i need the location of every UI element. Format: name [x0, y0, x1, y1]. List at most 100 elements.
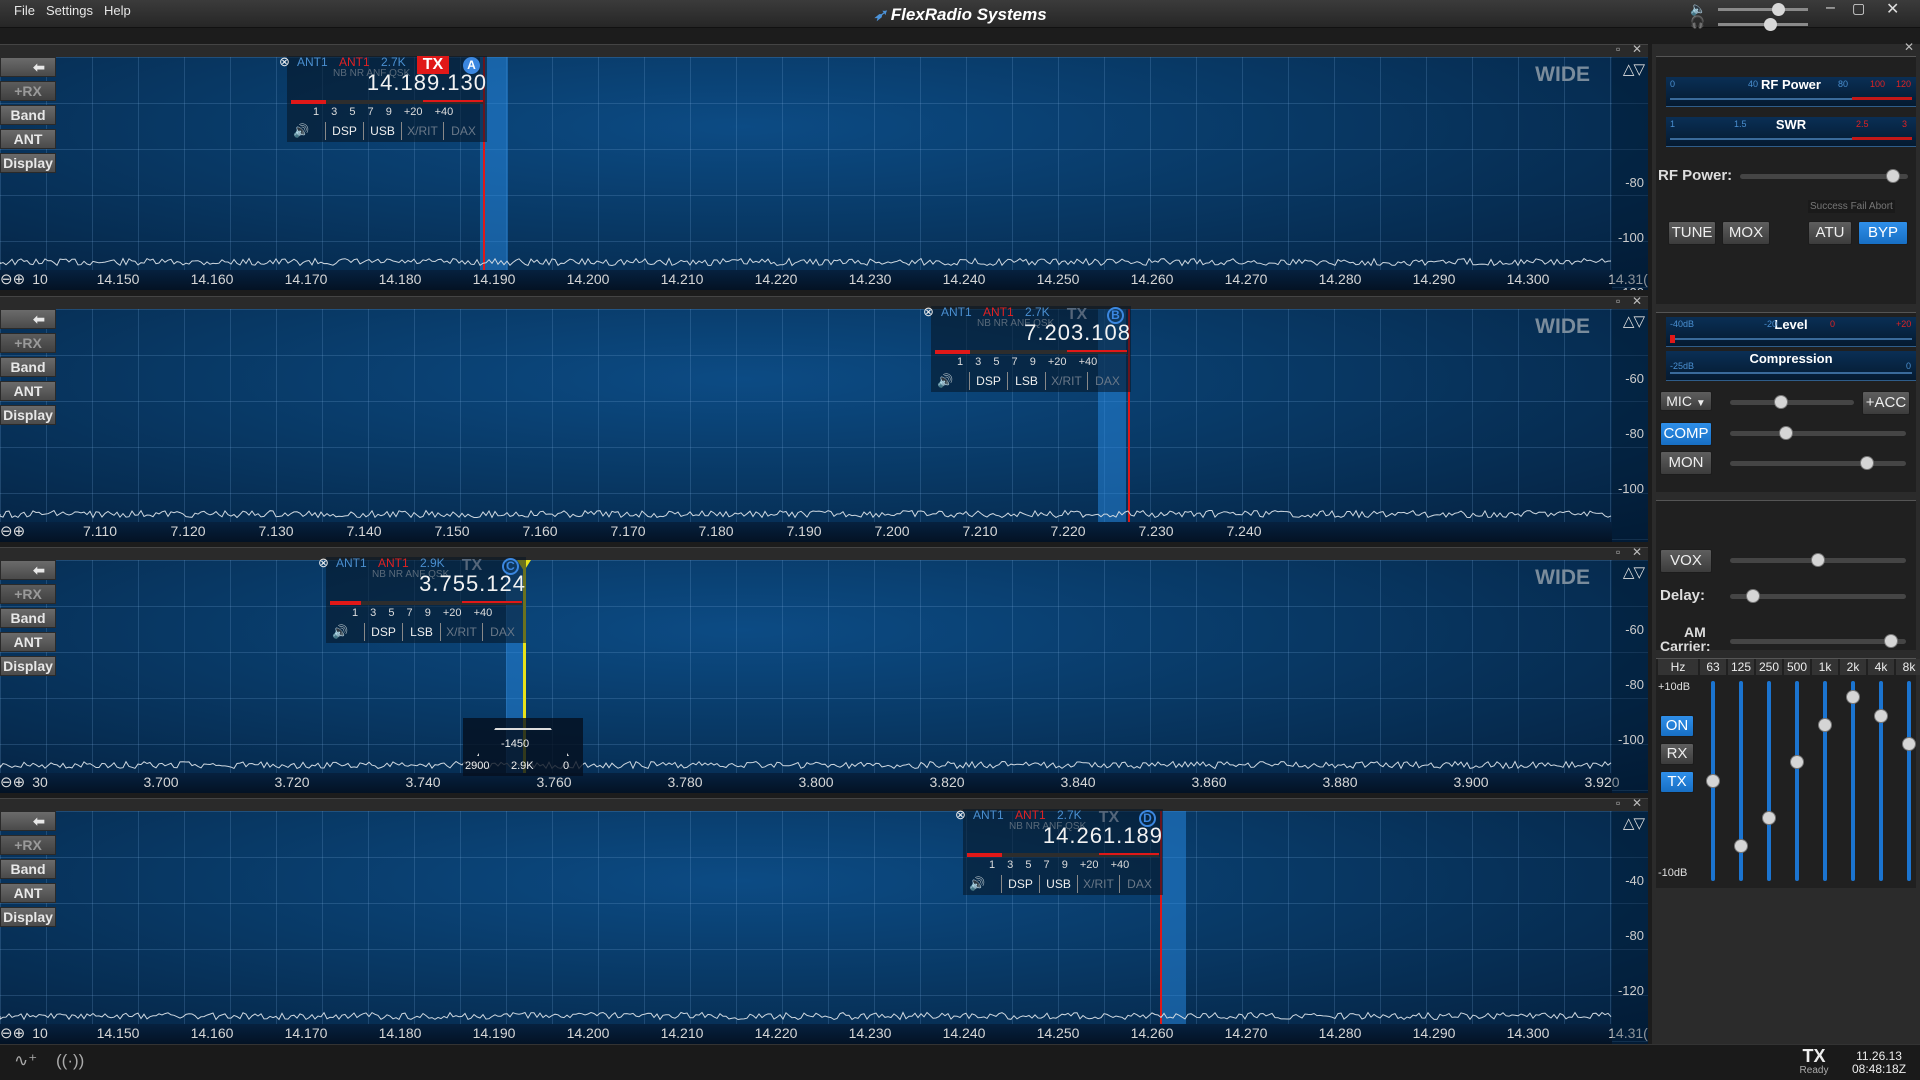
frequency-axis[interactable]: ⊖⊕ 7.110 7.120 7.130 7.140 7.150 7.160 7.170 7.1…: [0, 522, 1612, 542]
slice-dsp-button[interactable]: DSP: [969, 372, 1007, 390]
mic-select[interactable]: MIC ▼: [1660, 391, 1712, 411]
eq-slider-8k[interactable]: [1907, 681, 1911, 881]
eq-slider-knob[interactable]: [1706, 774, 1720, 788]
slice-x-rit-button[interactable]: X/RIT: [440, 623, 482, 641]
frequency-axis[interactable]: ⊖⊕ 30 3.700 3.720 3.740 3.760 3.780 3.800 3.820 3…: [0, 773, 1620, 793]
slice-x-rit-button[interactable]: X/RIT: [1045, 372, 1087, 390]
close-icon[interactable]: ✕: [1632, 42, 1642, 56]
ant-button[interactable]: ANT: [0, 883, 56, 903]
close-icon[interactable]: ✕: [1632, 545, 1642, 559]
close-icon[interactable]: ✕: [1632, 796, 1642, 810]
slice-filter-passband[interactable]: [1162, 811, 1186, 1024]
maximize-icon[interactable]: ▢: [1852, 0, 1865, 17]
zoom-icons[interactable]: ⊖⊕: [0, 522, 25, 540]
slice-frequency[interactable]: 7.203.108: [1024, 320, 1131, 346]
slice-flag-d[interactable]: ⊗ ANT1 ANT1 2.7K NB NR ANF QSK TX D 14.261.189 1…: [955, 807, 1163, 895]
waterfall-icon[interactable]: ((·)): [56, 1051, 84, 1071]
mon-button[interactable]: MON: [1660, 451, 1712, 475]
dbm-scale[interactable]: -60 -80 -100: [1612, 560, 1648, 793]
eq-slider-knob[interactable]: [1734, 839, 1748, 854]
minimize-icon[interactable]: –: [1826, 0, 1835, 17]
tx-antenna-label[interactable]: ANT1: [1015, 808, 1046, 822]
back-arrow-button[interactable]: ⬅: [0, 560, 56, 580]
zoom-icons[interactable]: ⊖⊕: [0, 270, 25, 288]
restore-icon[interactable]: ▫: [1616, 545, 1620, 559]
tx-antenna-label[interactable]: ANT1: [983, 305, 1014, 319]
tx-antenna-label[interactable]: ANT1: [339, 55, 370, 69]
comp-button[interactable]: COMP: [1660, 422, 1712, 446]
dbm-scale[interactable]: -60 -80 -100: [1612, 309, 1648, 542]
slice-flag-c[interactable]: ⊗ ANT1 ANT1 2.9K NB NR ANF QSK TX C 3.755.124 1 …: [318, 555, 526, 643]
eq-slider-knob[interactable]: [1790, 755, 1804, 770]
ant-button[interactable]: ANT: [0, 381, 56, 401]
restore-icon[interactable]: ▫: [1616, 294, 1620, 308]
slice-flag-b[interactable]: ⊗ ANT1 ANT1 2.7K NB NR ANF QSK TX B 7.203.108 1 …: [923, 304, 1131, 392]
display-button[interactable]: Display: [0, 405, 56, 425]
tune-button[interactable]: TUNE: [1668, 221, 1716, 245]
slice-close-icon[interactable]: ⊗: [318, 555, 329, 571]
slice-dax-button[interactable]: DAX: [1087, 372, 1127, 390]
slice-dsp-button[interactable]: DSP: [1001, 875, 1039, 893]
display-button[interactable]: Display: [0, 656, 56, 676]
slice-close-icon[interactable]: ⊗: [955, 807, 966, 823]
tx-antenna-label[interactable]: ANT1: [378, 556, 409, 570]
filter-shape-overlay[interactable]: -1450 2900 2.9K 0: [463, 718, 583, 776]
rf-power-slider[interactable]: [1740, 169, 1908, 183]
display-button[interactable]: Display: [0, 907, 56, 927]
spectrum-display[interactable]: ⊖⊕ 10 14.31(14.150 14.160 14.170 14.180 14.190…: [0, 57, 1648, 290]
eq-tx-button[interactable]: TX: [1660, 771, 1694, 793]
rx-antenna-label[interactable]: ANT1: [941, 305, 972, 319]
eq-slider-knob[interactable]: [1874, 708, 1888, 723]
dbm-scale[interactable]: -40 -80 -120: [1612, 811, 1648, 1044]
comp-level-slider[interactable]: [1730, 426, 1906, 440]
zoom-icons[interactable]: ⊖⊕: [0, 1024, 25, 1042]
slice-dsp-button[interactable]: DSP: [325, 122, 363, 140]
slice-close-icon[interactable]: ⊗: [923, 304, 934, 320]
add-rx-button[interactable]: +RX: [0, 835, 56, 855]
eq-slider-2k[interactable]: [1851, 681, 1855, 881]
slice-usb-button[interactable]: USB: [363, 122, 401, 140]
frequency-axis[interactable]: ⊖⊕ 10 14.31(14.150 14.160 14.170 14.180 14.190…: [0, 1024, 1648, 1044]
am-carrier-slider[interactable]: [1730, 634, 1906, 648]
dbm-scale[interactable]: -80 -100 -120: [1612, 57, 1648, 290]
slice-close-icon[interactable]: ⊗: [279, 54, 290, 70]
slice-dax-button[interactable]: DAX: [1119, 875, 1159, 893]
mic-level-slider[interactable]: [1730, 395, 1854, 409]
restore-icon[interactable]: ▫: [1616, 42, 1620, 56]
zoom-icons[interactable]: ⊖⊕: [0, 773, 25, 791]
slice-usb-button[interactable]: USB: [1039, 875, 1077, 893]
band-button[interactable]: Band: [0, 859, 56, 879]
rx-antenna-label[interactable]: ANT1: [973, 808, 1004, 822]
master-volume-slider[interactable]: [1718, 3, 1808, 16]
eq-slider-250[interactable]: [1767, 681, 1771, 881]
back-arrow-button[interactable]: ⬅: [0, 309, 56, 329]
vox-delay-slider[interactable]: [1730, 589, 1906, 603]
scale-arrows-icon[interactable]: △▽: [1623, 563, 1645, 581]
frequency-axis[interactable]: ⊖⊕ 10 14.31(14.150 14.160 14.170 14.180 14.190…: [0, 270, 1648, 290]
close-icon[interactable]: ✕: [1886, 0, 1899, 19]
slice-lsb-button[interactable]: LSB: [1007, 372, 1045, 390]
ant-button[interactable]: ANT: [0, 129, 56, 149]
band-button[interactable]: Band: [0, 357, 56, 377]
rx-antenna-label[interactable]: ANT1: [297, 55, 328, 69]
speaker-icon[interactable]: 🔊: [332, 624, 348, 640]
scale-arrows-icon[interactable]: △▽: [1623, 60, 1645, 78]
slice-flag-a[interactable]: ⊗ ANT1 ANT1 2.7K NB NR ANF QSK TX A 14.189.130 1…: [279, 54, 487, 142]
add-rx-button[interactable]: +RX: [0, 81, 56, 101]
mox-button[interactable]: MOX: [1722, 221, 1770, 245]
restore-icon[interactable]: ▫: [1616, 796, 1620, 810]
vox-button[interactable]: VOX: [1660, 549, 1712, 573]
band-button[interactable]: Band: [0, 105, 56, 125]
slice-dax-button[interactable]: DAX: [443, 122, 483, 140]
eq-slider-500[interactable]: [1795, 681, 1799, 881]
slice-x-rit-button[interactable]: X/RIT: [1077, 875, 1119, 893]
eq-slider-knob[interactable]: [1902, 736, 1916, 751]
speaker-icon[interactable]: 🔊: [937, 373, 953, 389]
close-icon[interactable]: ✕: [1632, 294, 1642, 308]
add-rx-button[interactable]: +RX: [0, 333, 56, 353]
slice-lsb-button[interactable]: LSB: [402, 623, 440, 641]
eq-slider-1k[interactable]: [1823, 681, 1827, 881]
scale-arrows-icon[interactable]: △▽: [1623, 312, 1645, 330]
acc-button[interactable]: +ACC: [1862, 391, 1910, 415]
eq-on-button[interactable]: ON: [1660, 715, 1694, 737]
